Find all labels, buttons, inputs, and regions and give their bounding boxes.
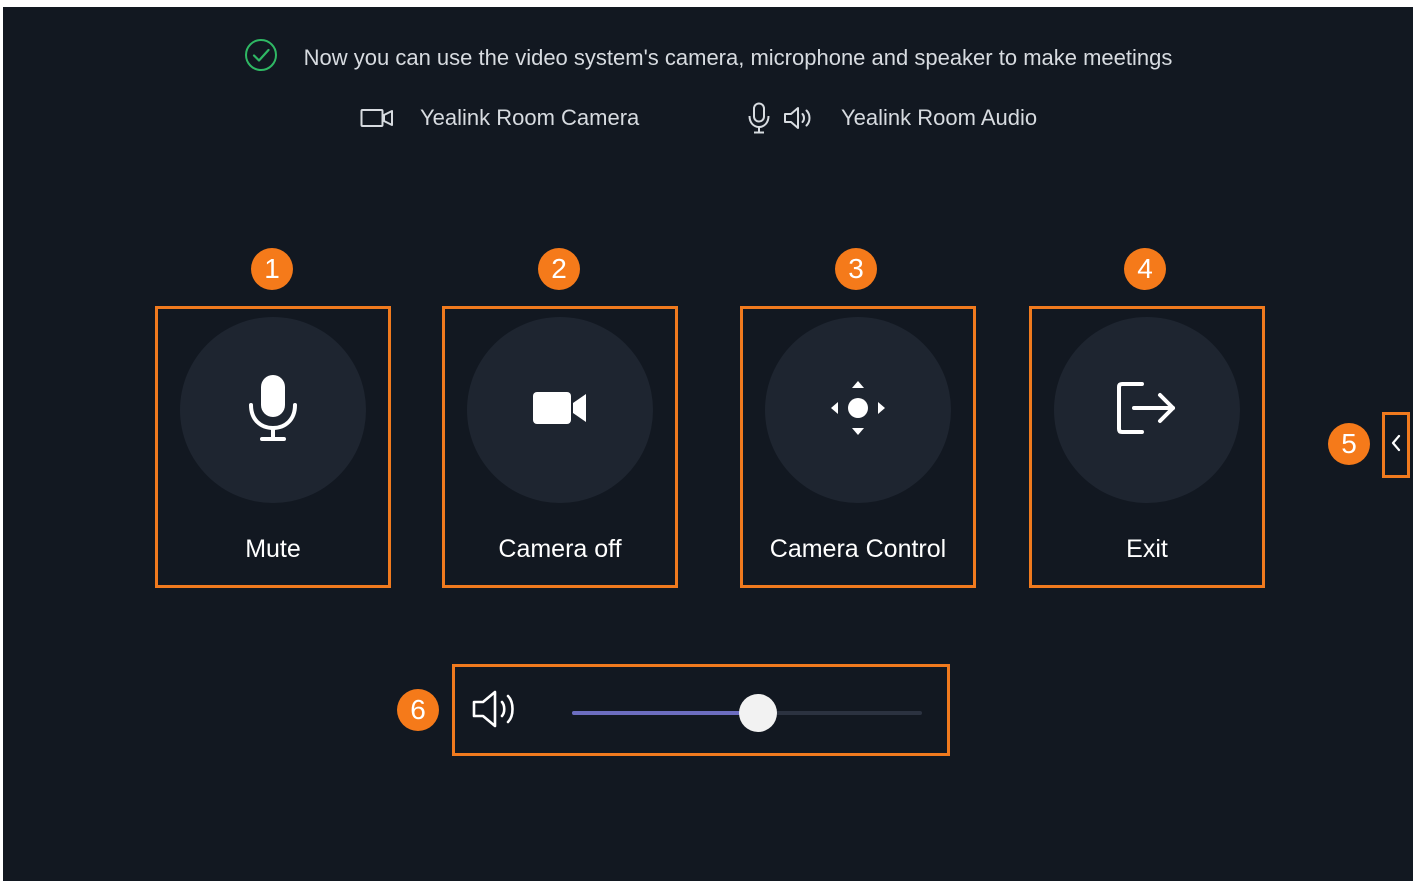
exit-button-circle[interactable] <box>1054 317 1240 503</box>
volume-slider-fill <box>572 711 758 715</box>
side-panel-toggle[interactable] <box>1382 412 1410 478</box>
camera-control-button[interactable]: Camera Control <box>740 306 976 588</box>
camera-control-label: Camera Control <box>769 535 947 563</box>
camera-off-button[interactable]: Camera off <box>442 306 678 588</box>
mute-button-circle[interactable] <box>180 317 366 503</box>
microphone-outline-icon <box>747 102 771 134</box>
callout-badge-2: 2 <box>538 248 580 290</box>
exit-button[interactable]: Exit <box>1029 306 1265 588</box>
callout-badge-6: 6 <box>397 689 439 731</box>
meeting-screen: Now you can use the video system's camer… <box>3 7 1413 881</box>
camera-device: Yealink Room Camera <box>360 103 639 133</box>
check-circle-icon <box>244 38 278 78</box>
speaker-icon[interactable] <box>471 687 523 736</box>
camera-off-label: Camera off <box>498 535 622 563</box>
exit-label: Exit <box>1126 535 1168 563</box>
camera-device-name: Yealink Room Camera <box>420 105 640 130</box>
video-camera-outline-icon <box>360 107 394 129</box>
chevron-left-icon <box>1390 434 1402 457</box>
video-camera-icon <box>531 390 589 431</box>
audio-device-name: Yealink Room Audio <box>841 105 1038 130</box>
audio-device: Yealink Room Audio <box>747 102 1038 134</box>
callout-badge-1: 1 <box>251 248 293 290</box>
camera-control-button-circle[interactable] <box>765 317 951 503</box>
mute-button[interactable]: Mute <box>155 306 391 588</box>
move-arrows-icon <box>828 378 888 443</box>
camera-off-button-circle[interactable] <box>467 317 653 503</box>
callout-badge-5: 5 <box>1328 423 1370 465</box>
callout-badge-4: 4 <box>1124 248 1166 290</box>
volume-slider-thumb[interactable] <box>738 694 777 732</box>
connection-status: Now you can use the video system's camer… <box>3 39 1413 73</box>
speaker-outline-icon <box>783 105 815 131</box>
control-buttons: Mute Camera off Camera Control Exit <box>3 306 1413 588</box>
callout-badge-3: 3 <box>835 248 877 290</box>
exit-icon <box>1116 380 1178 441</box>
microphone-icon <box>247 373 299 448</box>
device-info: Yealink Room Camera Yealink Room Audio <box>3 102 1413 134</box>
mute-label: Mute <box>245 535 301 563</box>
status-message: Now you can use the video system's camer… <box>303 45 1173 70</box>
volume-slider-track[interactable] <box>572 694 922 732</box>
volume-control <box>452 664 950 756</box>
